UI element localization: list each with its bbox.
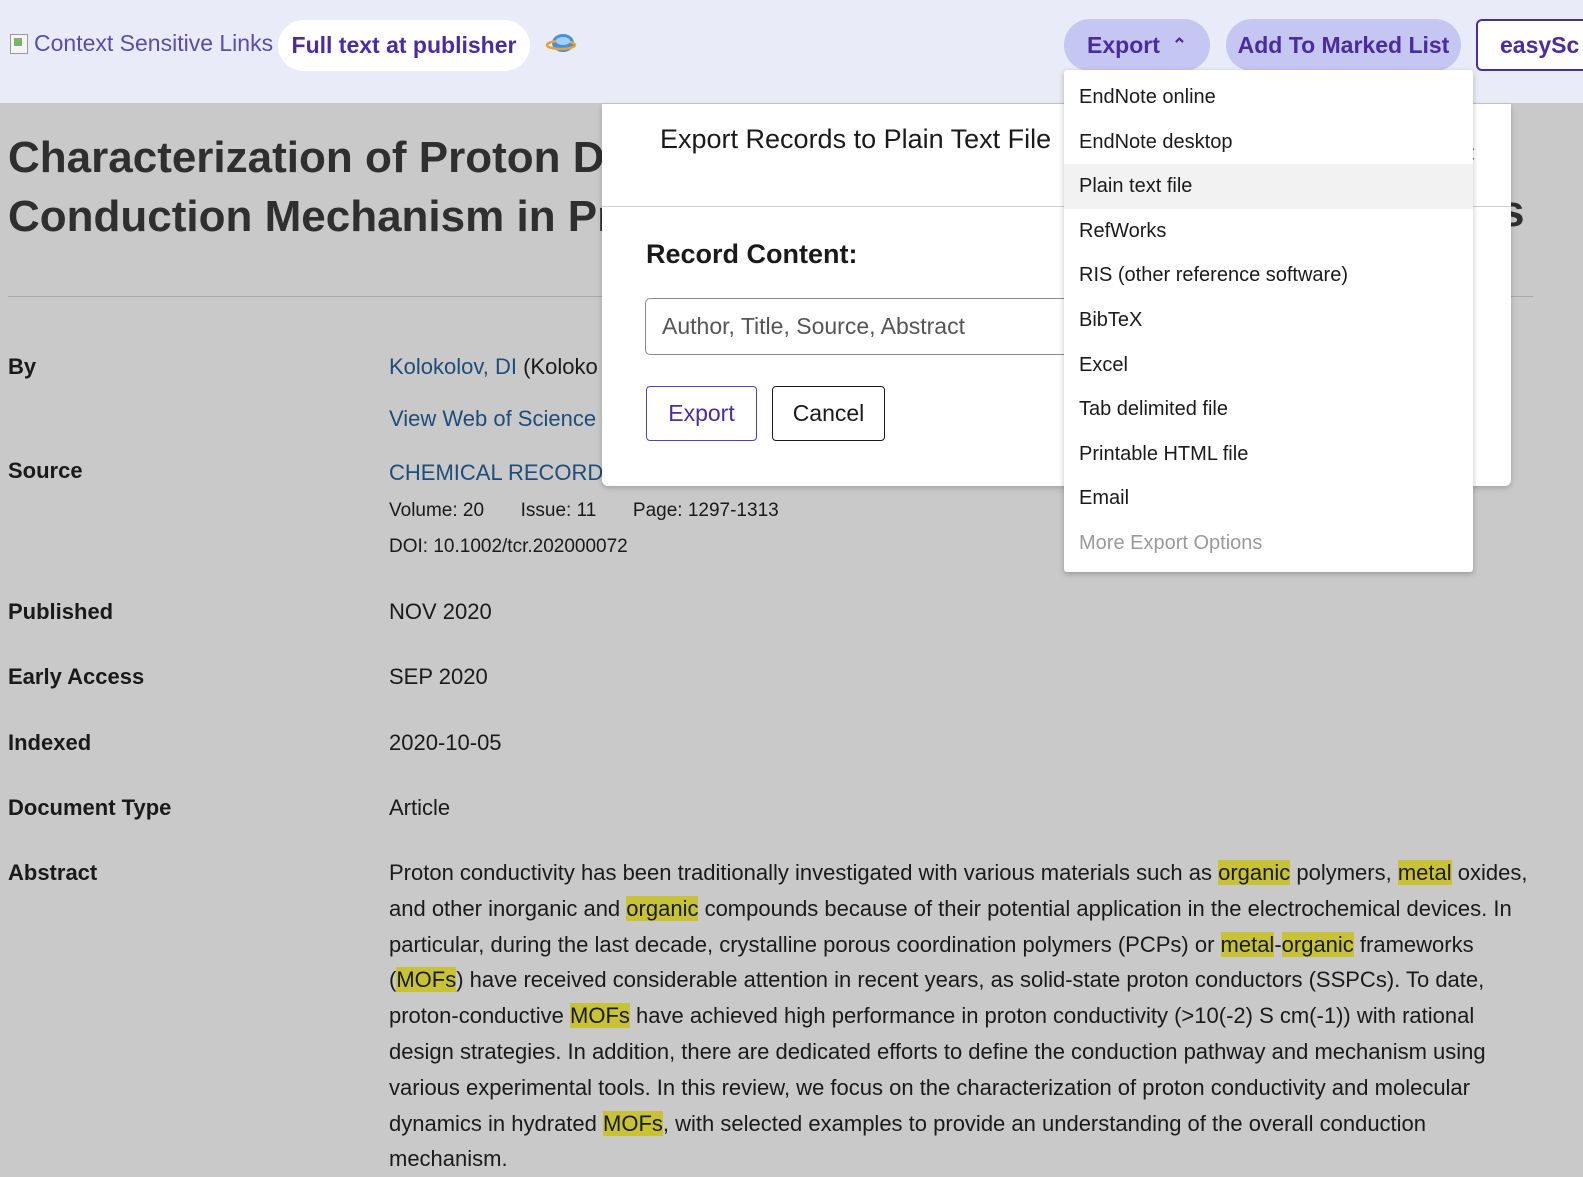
globe-icon[interactable] xyxy=(546,30,578,56)
abstract-segment: polymers, xyxy=(1290,860,1398,885)
chevron-up-icon: ⌃ xyxy=(1171,34,1187,55)
abstract-segment: - xyxy=(1274,931,1282,957)
modal-cancel-button[interactable]: Cancel xyxy=(772,386,885,441)
highlighted-term: MOFs xyxy=(570,1003,630,1029)
menu-item-excel[interactable]: Excel xyxy=(1064,343,1473,388)
add-to-marked-list-button[interactable]: Add To Marked List xyxy=(1226,19,1461,71)
highlighted-term: organic xyxy=(1218,860,1291,885)
menu-item-ris[interactable]: RIS (other reference software) xyxy=(1064,253,1473,298)
menu-item-printable-html[interactable]: Printable HTML file xyxy=(1064,432,1473,477)
author-row: Kolokolov, DI (Koloko xyxy=(389,354,598,380)
record-content-label: Record Content: xyxy=(646,239,858,269)
context-links-label: Context Sensitive Links xyxy=(34,30,274,56)
highlighted-term: metal xyxy=(1220,931,1275,957)
menu-item-plain-text-file[interactable]: Plain text file xyxy=(1064,164,1473,209)
highlighted-term: MOFs xyxy=(396,967,457,993)
menu-item-refworks[interactable]: RefWorks xyxy=(1064,209,1473,254)
abstract-segment: Proton conductivity has been traditional… xyxy=(389,860,1219,885)
export-dropdown-menu: EndNote online EndNote desktop Plain tex… xyxy=(1064,70,1473,572)
indexed-value: 2020-10-05 xyxy=(389,730,502,755)
by-label: By xyxy=(8,354,37,379)
document-type-value: Article xyxy=(389,795,451,820)
menu-item-email[interactable]: Email xyxy=(1064,476,1473,521)
export-button[interactable]: Export ⌃ xyxy=(1064,19,1210,71)
broken-image-icon xyxy=(10,33,28,54)
full-text-button[interactable]: Full text at publisher xyxy=(278,20,530,71)
highlighted-term: MOFs xyxy=(603,1110,663,1136)
doi: DOI: 10.1002/tcr.202000072 xyxy=(389,536,628,557)
record-content-select[interactable]: Author, Title, Source, Abstract xyxy=(645,298,1125,355)
source-label: Source xyxy=(8,458,83,483)
volume: Volume: 20 xyxy=(389,500,485,521)
abstract-label: Abstract xyxy=(8,860,98,885)
abstract-text: Proton conductivity has been traditional… xyxy=(389,855,1539,1177)
menu-item-endnote-online[interactable]: EndNote online xyxy=(1064,75,1473,120)
modal-export-button[interactable]: Export xyxy=(646,386,757,441)
view-wos-link[interactable]: View Web of Science R xyxy=(389,406,618,432)
menu-item-endnote-desktop[interactable]: EndNote desktop xyxy=(1064,120,1473,165)
menu-item-more-export-options[interactable]: More Export Options xyxy=(1064,521,1473,566)
author-link[interactable]: Kolokolov, DI xyxy=(389,354,517,379)
published-value: NOV 2020 xyxy=(389,599,492,624)
author-paren: (Koloko xyxy=(523,354,598,379)
early-access-value: SEP 2020 xyxy=(389,664,488,689)
volume-issue-page: Volume: 20 Issue: 11 Page: 1297-1313 xyxy=(389,500,779,522)
modal-title: Export Records to Plain Text File xyxy=(660,124,1052,154)
highlighted-term: organic xyxy=(626,895,699,921)
export-button-label: Export xyxy=(1087,31,1160,58)
published-label: Published xyxy=(8,599,114,624)
highlighted-term: organic xyxy=(1281,931,1354,957)
early-access-label: Early Access xyxy=(8,664,145,689)
issue: Issue: 11 xyxy=(520,500,597,521)
source-name: CHEMICAL RECORD xyxy=(389,460,604,485)
context-sensitive-links[interactable]: Context Sensitive Links xyxy=(10,30,273,57)
source-link[interactable]: CHEMICAL RECORD ▼ xyxy=(389,460,631,486)
page-range: Page: 1297-1313 xyxy=(632,500,779,521)
menu-item-bibtex[interactable]: BibTeX xyxy=(1064,298,1473,343)
indexed-label: Indexed xyxy=(8,730,92,755)
easyscholar-button[interactable]: easySc xyxy=(1476,19,1583,71)
menu-item-tab-delimited[interactable]: Tab delimited file xyxy=(1064,387,1473,432)
highlighted-term: metal xyxy=(1397,860,1452,885)
document-type-label: Document Type xyxy=(8,795,172,820)
